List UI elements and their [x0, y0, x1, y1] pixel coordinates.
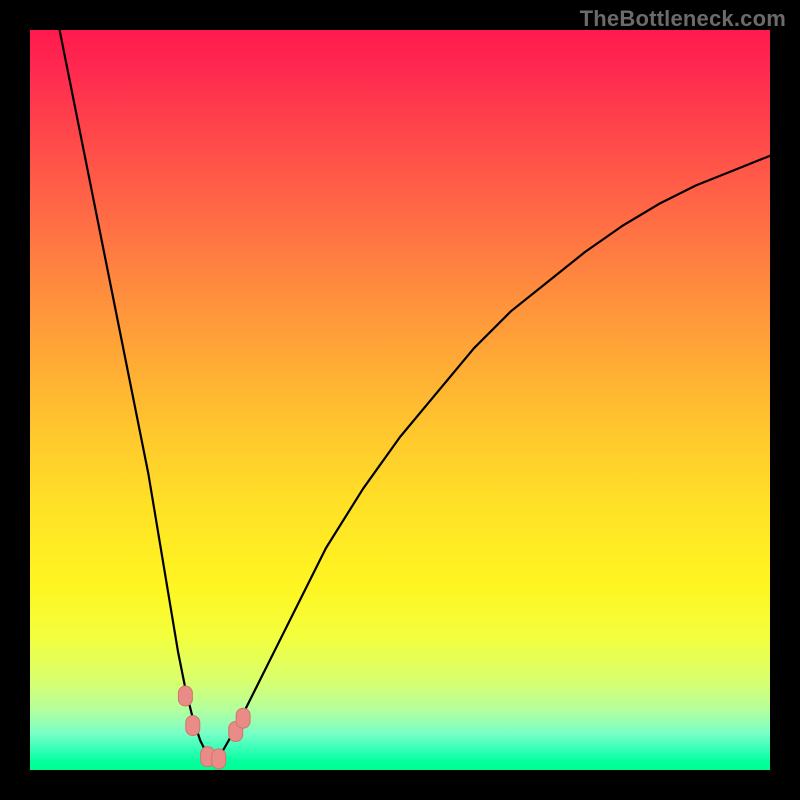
curve-marker — [186, 716, 200, 736]
markers-group — [178, 686, 250, 769]
curve-marker — [178, 686, 192, 706]
curve-marker — [212, 749, 226, 769]
curve-layer — [30, 30, 770, 770]
curve-path — [60, 30, 770, 763]
watermark-text: TheBottleneck.com — [580, 6, 786, 32]
curve-marker — [236, 708, 250, 728]
plot-area — [30, 30, 770, 770]
frame: TheBottleneck.com — [0, 0, 800, 800]
